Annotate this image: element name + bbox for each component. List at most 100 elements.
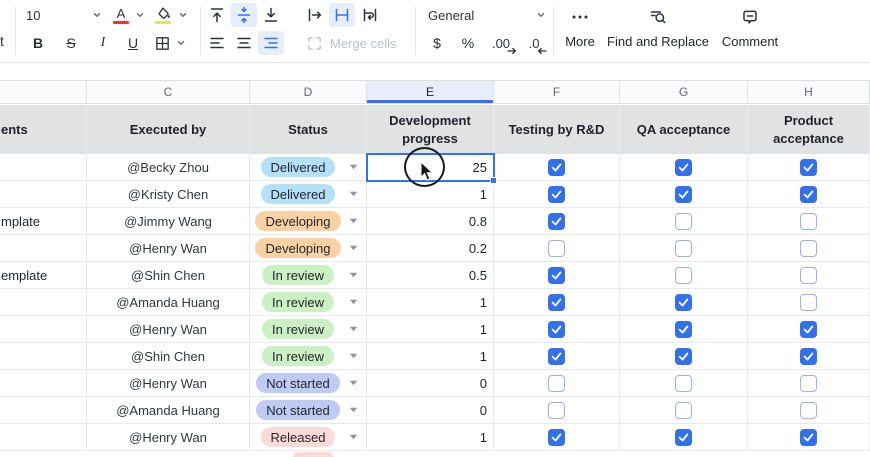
cell-qa[interactable] (620, 397, 748, 423)
cell-progress[interactable]: 0.8 (367, 208, 494, 234)
cell-status[interactable]: In review (250, 262, 367, 288)
status-dropdown-caret-icon[interactable] (349, 407, 358, 413)
header-clipped[interactable]: ents (0, 105, 87, 154)
cell-testing[interactable] (494, 343, 620, 369)
cell-status[interactable]: Developing (250, 235, 367, 261)
status-dropdown-caret-icon[interactable] (349, 245, 358, 251)
cell-testing[interactable] (494, 154, 620, 180)
fill-color-button[interactable] (150, 3, 176, 27)
cell-status[interactable]: Released (250, 424, 367, 450)
cell-status[interactable]: Delivered (250, 154, 367, 180)
status-dropdown-caret-icon[interactable] (349, 299, 358, 305)
cell-status[interactable]: In review (250, 316, 367, 342)
valign-top-button[interactable] (204, 3, 230, 27)
cell-executed-by[interactable]: @Shin Chen (87, 343, 250, 369)
cell-executed-by[interactable]: @Shin Chen (87, 262, 250, 288)
cell-clipped-text[interactable] (0, 397, 87, 423)
text-clip-button[interactable] (329, 3, 355, 27)
cell-clipped-text[interactable] (0, 289, 87, 315)
cell-qa[interactable] (620, 208, 748, 234)
italic-button[interactable]: I (93, 31, 113, 55)
qa-checkbox[interactable] (675, 402, 692, 419)
qa-checkbox[interactable] (675, 429, 692, 446)
header-testing[interactable]: Testing by R&D (494, 105, 620, 154)
testing-checkbox[interactable] (548, 186, 565, 203)
cell-status[interactable]: Not started (250, 397, 367, 423)
valign-bottom-button[interactable] (258, 3, 284, 27)
testing-checkbox[interactable] (548, 294, 565, 311)
cell-testing[interactable] (494, 262, 620, 288)
cell-testing[interactable] (494, 181, 620, 207)
cell-progress[interactable]: 25 (367, 154, 494, 180)
halign-center-button[interactable] (231, 31, 257, 55)
qa-checkbox[interactable] (675, 294, 692, 311)
cell-product[interactable] (748, 235, 870, 261)
status-dropdown-caret-icon[interactable] (349, 434, 358, 440)
testing-checkbox[interactable] (548, 321, 565, 338)
testing-checkbox[interactable] (548, 429, 565, 446)
halign-left-button[interactable] (204, 31, 230, 55)
testing-checkbox[interactable] (548, 159, 565, 176)
product-checkbox[interactable] (800, 348, 817, 365)
underline-button[interactable]: U (123, 31, 143, 55)
qa-checkbox[interactable] (675, 267, 692, 284)
cell-testing[interactable] (494, 397, 620, 423)
cell-executed-by[interactable]: @Becky Zhou (87, 154, 250, 180)
cell-testing[interactable] (494, 208, 620, 234)
cell-qa[interactable] (620, 343, 748, 369)
status-dropdown-caret-icon[interactable] (349, 164, 358, 170)
column-letter-e[interactable]: E (367, 81, 494, 103)
qa-checkbox[interactable] (675, 321, 692, 338)
cell-progress[interactable]: 1 (367, 316, 494, 342)
product-checkbox[interactable] (800, 375, 817, 392)
qa-checkbox[interactable] (675, 375, 692, 392)
qa-checkbox[interactable] (675, 159, 692, 176)
cell-qa[interactable] (620, 181, 748, 207)
text-overflow-button[interactable] (302, 3, 328, 27)
cell-progress[interactable]: 1 (367, 289, 494, 315)
product-checkbox[interactable] (800, 429, 817, 446)
cell-executed-by[interactable]: @Henry Wan (87, 424, 250, 450)
percent-button[interactable]: % (456, 31, 480, 55)
cell-progress[interactable]: 0 (367, 370, 494, 396)
cell-executed-by[interactable]: @Henry Wan (87, 316, 250, 342)
decrease-decimal-button[interactable]: .0 (522, 31, 546, 55)
status-badge[interactable]: Not started (256, 400, 340, 420)
header-qa[interactable]: QA acceptance (620, 105, 748, 154)
cell-status[interactable]: Not started (250, 370, 367, 396)
qa-checkbox[interactable] (675, 348, 692, 365)
status-badge[interactable]: Developing (255, 238, 340, 258)
status-badge[interactable]: Not started (256, 373, 340, 393)
cell-executed-by[interactable]: @Henry Wan (87, 370, 250, 396)
cell-qa[interactable] (620, 289, 748, 315)
cell-testing[interactable] (494, 289, 620, 315)
cell-qa[interactable] (620, 235, 748, 261)
status-dropdown-caret-icon[interactable] (349, 326, 358, 332)
cell-progress[interactable]: 1 (367, 181, 494, 207)
status-badge[interactable]: Developing (255, 211, 340, 231)
cell-product[interactable] (748, 424, 870, 450)
cell-qa[interactable] (620, 316, 748, 342)
product-checkbox[interactable] (800, 240, 817, 257)
cell-clipped-text[interactable] (0, 343, 87, 369)
font-size-select[interactable]: 10 (24, 3, 104, 27)
fill-color-chevron[interactable] (176, 3, 190, 27)
status-badge[interactable]: In review (262, 319, 334, 339)
cell-product[interactable] (748, 154, 870, 180)
testing-checkbox[interactable] (548, 240, 565, 257)
cell-progress[interactable]: 1 (367, 424, 494, 450)
cell-progress[interactable]: 0.2 (367, 235, 494, 261)
cell-executed-by[interactable]: @Jimmy Wang (87, 208, 250, 234)
cell-testing[interactable] (494, 316, 620, 342)
cell-clipped-text[interactable]: mplate (0, 208, 87, 234)
qa-checkbox[interactable] (675, 186, 692, 203)
bold-button[interactable]: B (28, 31, 48, 55)
cell-progress[interactable]: 0.5 (367, 262, 494, 288)
cell-qa[interactable] (620, 370, 748, 396)
header-development-progress[interactable]: Development progress (367, 105, 494, 154)
qa-checkbox[interactable] (675, 240, 692, 257)
product-checkbox[interactable] (800, 159, 817, 176)
halign-right-button[interactable] (258, 31, 284, 55)
status-dropdown-caret-icon[interactable] (349, 191, 358, 197)
status-badge[interactable]: Released (261, 427, 336, 447)
